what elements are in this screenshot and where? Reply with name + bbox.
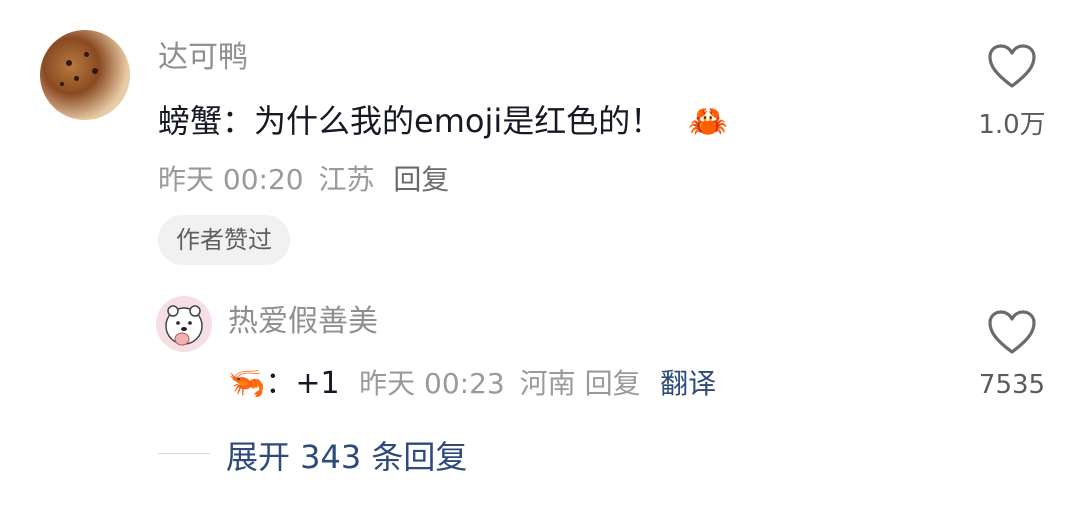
heart-outline-icon [988,310,1036,354]
reply-location: 河南 [519,367,576,400]
reply-text: 🦐：+1 昨天 00:23 河南 回复 翻译 [228,358,716,402]
reply-reply-button[interactable]: 回复 [585,367,641,400]
crab-emoji-icon: 🦀 [688,102,729,140]
reply-like-button[interactable] [986,308,1038,356]
comment-text: 螃蟹：为什么我的emoji是红色的！ 🦀 [158,96,728,142]
heart-outline-icon [988,44,1036,88]
translate-button[interactable]: 翻译 [660,367,716,400]
comment-time: 昨天 00:20 [158,163,304,196]
reply-avatar[interactable] [156,296,212,352]
comment-meta: 昨天 00:20 江苏 回复 [158,158,449,198]
comment-body: 螃蟹：为什么我的emoji是红色的！ [158,102,663,140]
reply-like-count: 7535 [978,370,1046,400]
reply-author-name[interactable]: 热爱假善美 [228,296,378,340]
divider-line [158,453,210,454]
shrimp-emoji-icon: 🦐 [228,366,266,401]
commenter-avatar[interactable] [40,30,130,120]
reply-time: 昨天 00:23 [359,367,505,400]
expand-replies-button[interactable]: 展开 343 条回复 [226,432,467,478]
commenter-name[interactable]: 达可鸭 [158,32,248,76]
author-liked-badge: 作者赞过 [158,215,290,265]
comment-location: 江苏 [318,163,375,196]
like-button[interactable] [986,42,1038,90]
reply-button[interactable]: 回复 [393,163,449,196]
reply-body: ：+1 [265,366,340,401]
bear-avatar-icon [165,305,203,346]
like-count: 1.0万 [978,110,1046,140]
